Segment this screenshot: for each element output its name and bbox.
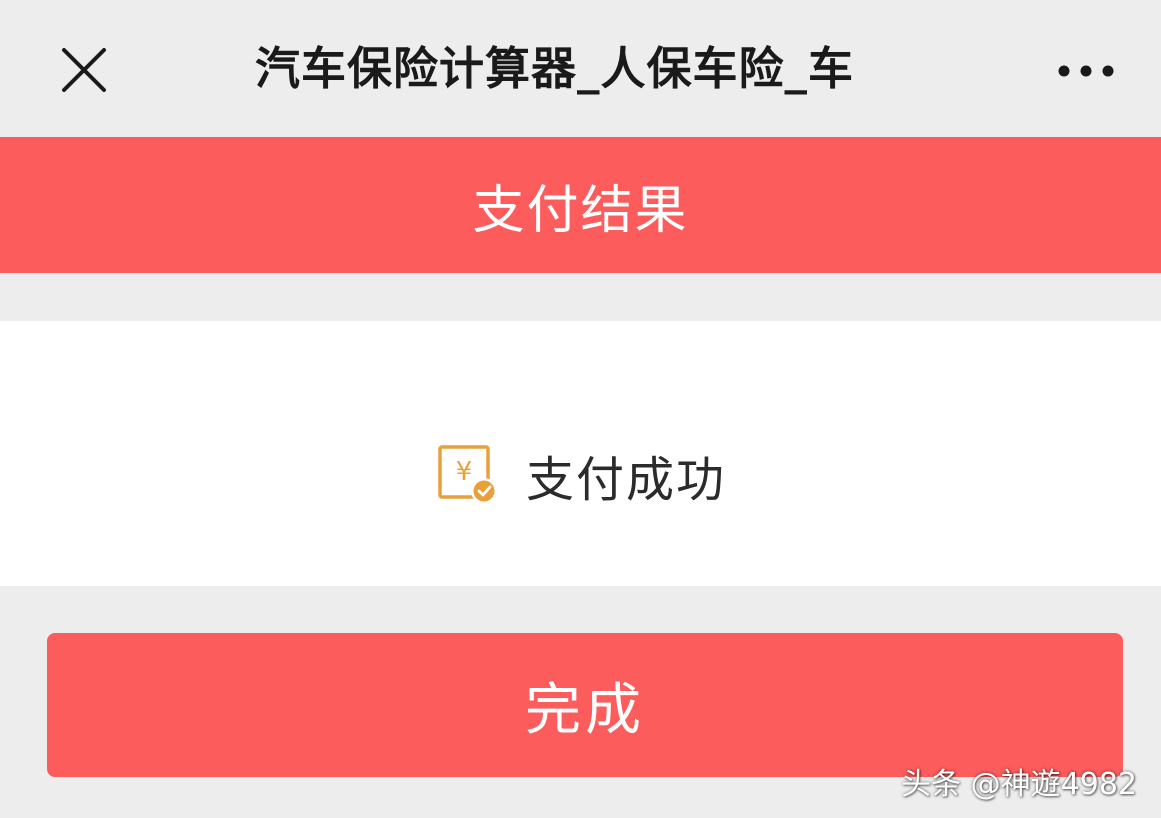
- title-fade-overlay: [869, 34, 939, 104]
- banner-title: 支付结果: [472, 180, 689, 241]
- done-button-label: 完成: [525, 677, 645, 743]
- header-banner: 支付结果: [0, 137, 1161, 273]
- done-button[interactable]: 完成: [47, 633, 1123, 777]
- page-title: 汽车保险计算器_人保车险_车: [255, 42, 855, 95]
- payment-result-card: ¥ 支付成功: [0, 321, 1161, 586]
- payment-status-text: 支付成功: [526, 452, 727, 508]
- svg-text:¥: ¥: [456, 457, 473, 487]
- page-title-container: 汽车保险计算器_人保车险_车: [255, 34, 939, 104]
- watermark: 头条 @神遊4982: [901, 767, 1137, 802]
- more-horizontal-icon[interactable]: [1054, 58, 1118, 84]
- close-icon[interactable]: [56, 42, 112, 98]
- payment-success-icon: ¥: [436, 443, 502, 507]
- top-bar: 汽车保险计算器_人保车险_车: [0, 0, 1161, 137]
- payment-status-row: ¥ 支付成功: [436, 443, 727, 508]
